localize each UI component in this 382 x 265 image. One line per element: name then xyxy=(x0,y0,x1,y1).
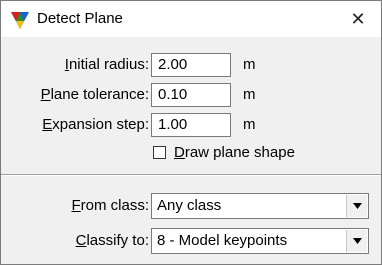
expansion-step-input[interactable]: 1.00 xyxy=(151,113,231,137)
classify-to-value: 8 - Model keypoints xyxy=(157,232,288,249)
plane-tolerance-input[interactable]: 0.10 xyxy=(151,83,231,107)
close-icon: ✕ xyxy=(350,8,366,29)
from-class-dropdown-button[interactable] xyxy=(346,195,367,217)
initial-radius-input[interactable]: 2.00 xyxy=(151,53,231,77)
dialog-title: Detect Plane xyxy=(37,10,123,27)
classify-to-dropdown-button[interactable] xyxy=(346,230,367,252)
plane-tolerance-label: Plane tolerance: xyxy=(40,86,149,103)
classify-to-label: Classify to: xyxy=(75,232,149,249)
chevron-down-icon xyxy=(352,238,362,244)
chevron-down-icon xyxy=(352,203,362,209)
from-class-value: Any class xyxy=(157,197,222,214)
title-bar: Detect Plane ✕ xyxy=(1,1,381,37)
draw-plane-shape-label: Draw plane shape xyxy=(174,144,295,161)
checkbox-box[interactable] xyxy=(153,146,166,159)
detect-plane-dialog: Detect Plane ✕ Initial radius: 2.00 m Pl… xyxy=(0,0,382,265)
initial-radius-unit: m xyxy=(243,56,256,73)
expansion-step-unit: m xyxy=(243,116,256,133)
classify-to-select[interactable]: 8 - Model keypoints xyxy=(151,228,369,254)
section-divider xyxy=(1,174,381,176)
close-button[interactable]: ✕ xyxy=(343,5,373,33)
plane-tolerance-unit: m xyxy=(243,86,256,103)
from-class-label: From class: xyxy=(71,197,149,214)
initial-radius-label: Initial radius: xyxy=(64,56,149,73)
app-icon xyxy=(11,12,29,29)
expansion-step-label: Expansion step: xyxy=(42,116,149,133)
from-class-select[interactable]: Any class xyxy=(151,193,369,219)
draw-plane-shape-checkbox[interactable]: Draw plane shape xyxy=(153,144,295,161)
